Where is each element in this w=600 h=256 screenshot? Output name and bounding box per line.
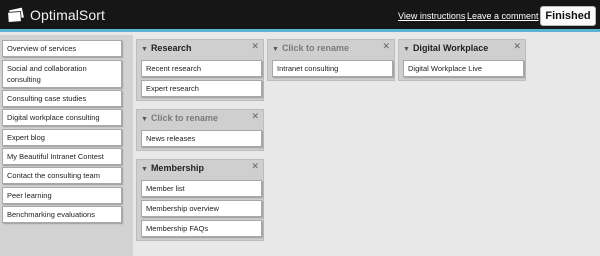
group-title[interactable]: ▼ Click to rename — [272, 43, 349, 53]
group-title[interactable]: ▼ Membership — [141, 163, 204, 173]
sidebar-card[interactable]: Social and collaboration consulting — [2, 60, 122, 88]
group-card[interactable]: Member list — [141, 180, 262, 197]
triangle-down-icon[interactable]: ▼ — [141, 46, 148, 53]
sidebar-card[interactable]: Consulting case studies — [2, 90, 122, 107]
close-x-icon[interactable]: ✕ — [251, 161, 259, 172]
triangle-down-icon[interactable]: ▼ — [141, 116, 148, 123]
close-x-icon[interactable]: ✕ — [513, 41, 521, 52]
sidebar-card[interactable]: Overview of services — [2, 40, 122, 57]
group-title[interactable]: ▼ Click to rename — [141, 113, 218, 123]
group-title-label: Click to rename — [281, 43, 349, 53]
sidebar-card[interactable]: Contact the consulting team — [2, 167, 122, 184]
group-membership[interactable]: ▼ Membership ✕ Member list Membership ove… — [136, 159, 264, 241]
close-x-icon[interactable]: ✕ — [382, 41, 390, 52]
close-x-icon[interactable]: ✕ — [251, 111, 259, 122]
finished-button[interactable]: Finished — [540, 6, 596, 26]
sidebar-card[interactable]: Peer learning — [2, 187, 122, 204]
group-card[interactable]: Digital Workplace Live — [403, 60, 524, 77]
triangle-down-icon[interactable]: ▼ — [272, 46, 279, 53]
group-title-label: Membership — [150, 163, 204, 173]
group-title[interactable]: ▼ Digital Workplace — [403, 43, 488, 53]
top-bar: OptimalSort View instructions Leave a co… — [0, 0, 600, 32]
card-deck-icon — [7, 7, 24, 23]
group-card[interactable]: Membership FAQs — [141, 220, 262, 237]
group-title[interactable]: ▼ Research — [141, 43, 191, 53]
group-card[interactable]: Membership overview — [141, 200, 262, 217]
group-research[interactable]: ▼ Research ✕ Recent research Expert resea… — [136, 39, 264, 101]
triangle-down-icon[interactable]: ▼ — [141, 166, 148, 173]
group-unnamed[interactable]: ▼ Click to rename ✕ Intranet consulting — [267, 39, 395, 81]
group-title-label: Digital Workplace — [412, 43, 489, 53]
group-card[interactable]: Recent research — [141, 60, 262, 77]
leave-comment-link[interactable]: Leave a comment — [467, 11, 539, 21]
group-card[interactable]: Intranet consulting — [272, 60, 393, 77]
unsorted-cards-panel[interactable]: Overview of services Social and collabor… — [0, 35, 133, 256]
close-x-icon[interactable]: ✕ — [251, 41, 259, 52]
app-title: OptimalSort — [30, 7, 106, 23]
group-title-label: Research — [150, 43, 192, 53]
group-card[interactable]: News releases — [141, 130, 262, 147]
sidebar-card[interactable]: My Beautiful Intranet Contest — [2, 148, 122, 165]
sidebar-card[interactable]: Expert blog — [2, 129, 122, 146]
view-instructions-link[interactable]: View instructions — [398, 11, 465, 21]
sidebar-card[interactable]: Digital workplace consulting — [2, 109, 122, 126]
sidebar-card[interactable]: Benchmarking evaluations — [2, 206, 122, 223]
group-unnamed[interactable]: ▼ Click to rename ✕ News releases — [136, 109, 264, 151]
group-card[interactable]: Expert research — [141, 80, 262, 97]
triangle-down-icon[interactable]: ▼ — [403, 46, 410, 53]
group-title-label: Click to rename — [150, 113, 218, 123]
group-digital-workplace[interactable]: ▼ Digital Workplace ✕ Digital Workplace L… — [398, 39, 526, 81]
